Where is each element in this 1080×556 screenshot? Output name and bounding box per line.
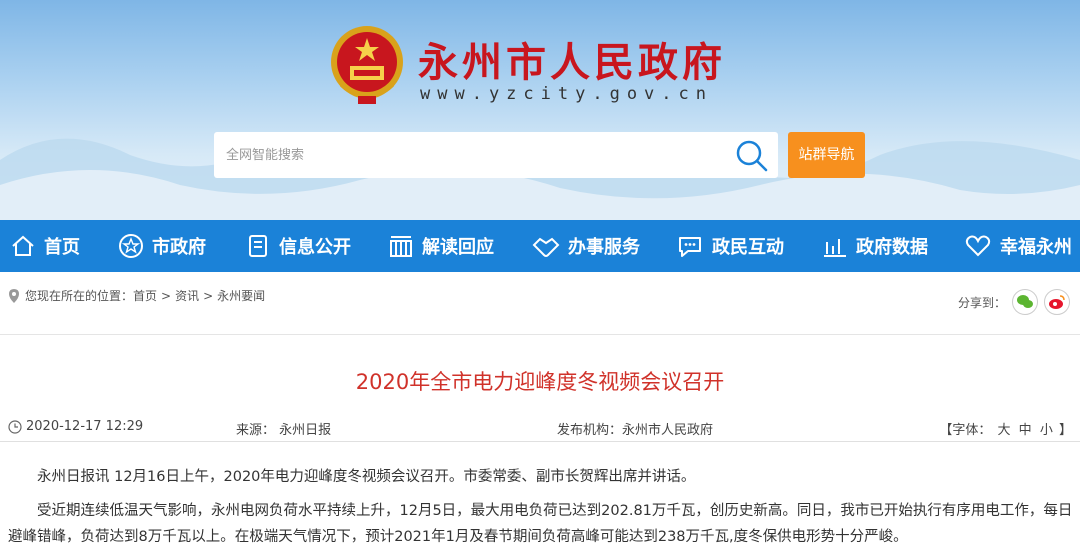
nav-item-info-public[interactable]: 信息公开 <box>245 220 351 272</box>
font-size-large[interactable]: 大 <box>998 423 1011 438</box>
nav-label: 首页 <box>44 237 80 258</box>
share-label: 分享到： <box>957 295 1006 310</box>
nav-label: 政府数据 <box>856 237 928 258</box>
site-group-nav-button[interactable]: 站群导航 <box>788 132 865 178</box>
article-publisher: 发布机构：永州市人民政府 <box>557 423 714 438</box>
nav-label: 幸福永州 <box>1000 237 1072 258</box>
nav-item-interaction[interactable]: 政民互动 <box>676 220 784 272</box>
article-paragraph: 永州日报讯 12月16日上午，2020年电力迎峰度冬视频会议召开。市委常委、副市… <box>37 469 696 485</box>
breadcrumb: 您现在所在的位置： 首页 > 资讯 > 永州要闻 <box>8 287 265 304</box>
publish-date-text: 2020-12-17 12:29 <box>26 419 144 434</box>
search-box <box>214 132 778 178</box>
nav-label: 解读回应 <box>422 237 494 258</box>
site-title: 永州市人民政府 <box>418 39 726 86</box>
font-size-prefix: 【字体： <box>939 423 992 438</box>
article-meta: 2020-12-17 12:29 来源： 永州日报 发布机构：永州市人民政府 【… <box>0 412 1080 442</box>
location-pin-icon <box>9 288 19 303</box>
search-input[interactable] <box>226 142 726 168</box>
home-icon <box>12 235 34 256</box>
nav-item-home[interactable]: 首页 <box>10 220 80 272</box>
heart-icon <box>965 235 991 257</box>
main-nav: 首页 市政府 信息公开 解读回应 办事服务 政民互动 政府数据 幸福永州 <box>0 220 1080 272</box>
nav-label: 市政府 <box>152 237 206 258</box>
font-size-suffix: 】 <box>1058 423 1072 438</box>
star-icon <box>119 234 143 258</box>
article-source: 来源： 永州日报 <box>236 423 332 438</box>
nav-item-happy-yongzhou[interactable]: 幸福永州 <box>964 220 1072 272</box>
nav-item-interpretation[interactable]: 解读回应 <box>388 220 494 272</box>
nav-label: 办事服务 <box>568 237 640 258</box>
document-icon <box>249 235 267 257</box>
divider <box>0 334 1080 335</box>
search-icon[interactable] <box>734 138 770 174</box>
breadcrumb-local-news[interactable]: 永州要闻 <box>217 287 265 304</box>
share-bar: 分享到： <box>958 289 1070 315</box>
chat-icon <box>679 237 701 257</box>
breadcrumb-prefix: 您现在所在的位置： <box>25 289 134 303</box>
nav-item-gov-data[interactable]: 政府数据 <box>822 220 928 272</box>
clock-icon <box>8 419 22 434</box>
article-paragraph: 受近期连续低温天气影响，永州电网负荷水平持续上升，12月5日，最大用电负荷已达到… <box>8 503 1073 545</box>
weibo-icon[interactable] <box>1044 289 1070 315</box>
nav-item-services[interactable]: 办事服务 <box>532 220 640 272</box>
breadcrumb-news[interactable]: 资讯 <box>175 287 199 304</box>
site-url: www.yzcity.gov.cn <box>420 84 713 104</box>
nav-label: 政民互动 <box>712 237 784 258</box>
breadcrumb-separator: > <box>203 288 214 303</box>
font-size-medium[interactable]: 中 <box>1019 423 1032 438</box>
nav-label: 信息公开 <box>279 237 351 258</box>
article-body: 永州日报讯 12月16日上午，2020年电力迎峰度冬视频会议召开。市委常委、副市… <box>8 464 1074 556</box>
font-size-control: 【字体： 大 中 小 】 <box>939 419 1072 438</box>
handshake-icon <box>532 237 560 257</box>
publish-date: 2020-12-17 12:29 <box>8 419 143 434</box>
bar-chart-icon <box>824 239 846 257</box>
breadcrumb-home[interactable]: 首页 <box>133 287 157 304</box>
breadcrumb-separator: > <box>161 288 172 303</box>
national-emblem-icon <box>331 26 403 104</box>
article-title: 2020年全市电力迎峰度冬视频会议召开 <box>355 370 725 394</box>
building-icon <box>390 236 412 257</box>
nav-item-city-gov[interactable]: 市政府 <box>118 220 206 272</box>
font-size-small[interactable]: 小 <box>1040 423 1053 438</box>
site-header: 永州市人民政府 www.yzcity.gov.cn 站群导航 <box>0 0 1080 220</box>
wechat-icon[interactable] <box>1012 289 1038 315</box>
